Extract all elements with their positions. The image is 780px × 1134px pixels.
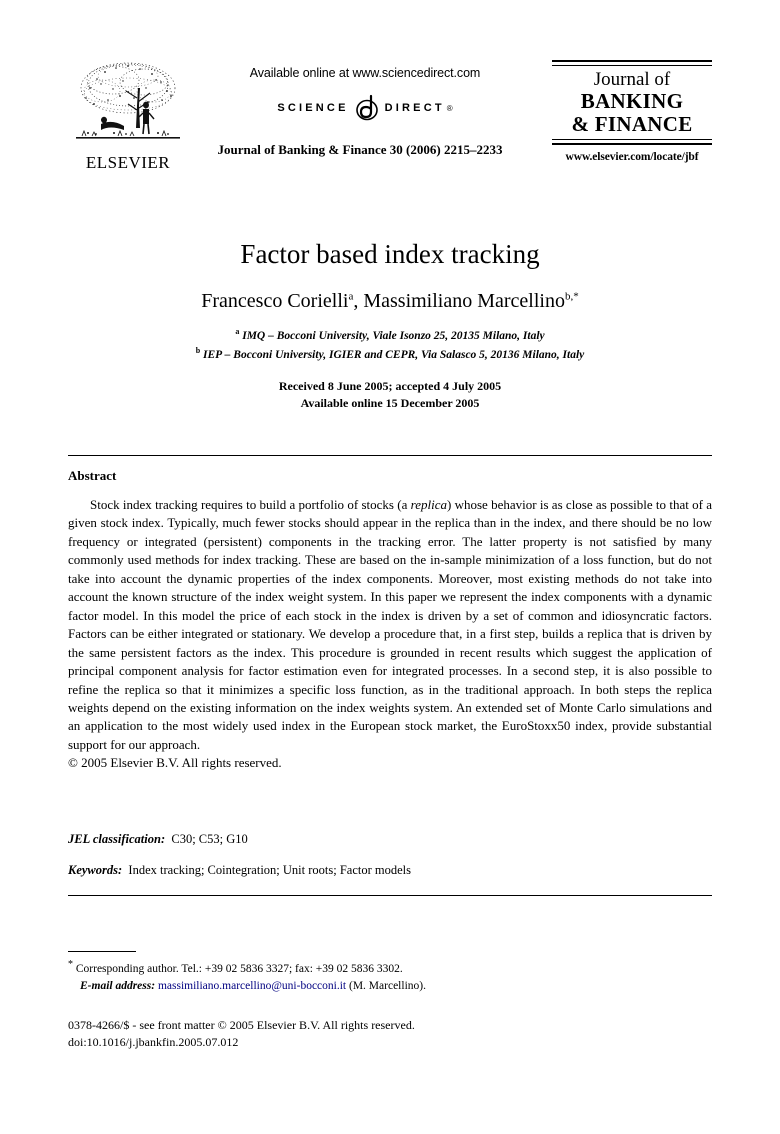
- available-online-date: Available online 15 December 2005: [300, 396, 480, 411]
- affiliation-a: a IMQ – Bocconi University, Viale Isonzo…: [68, 326, 712, 345]
- abstract-text-part-2: ) whose behavior is as close as possible…: [68, 497, 712, 752]
- affiliation-a-marker: a: [235, 327, 240, 337]
- sciencedirect-block: Available online at www.sciencedirect.co…: [200, 66, 530, 123]
- sciencedirect-logo: SCIENCE DIRECT ®: [200, 93, 530, 123]
- title-block: Factor based index tracking Francesco Co…: [68, 238, 712, 412]
- keywords: Keywords: Index tracking; Cointegration;…: [68, 863, 411, 878]
- author-list: Francesco Coriellia, Massimiliano Marcel…: [68, 289, 712, 313]
- corresponding-author-footnote: * Corresponding author. Tel.: +39 02 583…: [68, 957, 712, 995]
- page-title: Factor based index tracking: [240, 239, 540, 269]
- footnote-divider: [68, 951, 136, 952]
- publication-dates: Received 8 June 2005; accepted 4 July 20…: [68, 378, 712, 412]
- divider-above-abstract: [68, 455, 712, 456]
- abstract-copyright: © 2005 Elsevier B.V. All rights reserved…: [68, 755, 282, 771]
- email-owner-note: (M. Marcellino).: [349, 980, 426, 993]
- abstract-body: Stock index tracking requires to build a…: [68, 496, 712, 754]
- abstract-text-part-1: Stock index tracking requires to build a…: [90, 497, 411, 512]
- registered-mark: ®: [446, 103, 453, 113]
- affiliation-a-text: IMQ – Bocconi University, Viale Isonzo 2…: [242, 330, 545, 343]
- affiliations: a IMQ – Bocconi University, Viale Isonzo…: [68, 326, 712, 363]
- masthead-line-1: Journal of: [593, 69, 671, 90]
- author-1-name: Francesco Corielli: [201, 290, 349, 313]
- journal-masthead: Journal of BANKING & FINANCE www.elsevie…: [552, 60, 712, 163]
- available-online-text: Available online at www.sciencedirect.co…: [249, 66, 481, 80]
- page-header: ELSEVIER Available online at www.science…: [0, 0, 780, 200]
- abstract-heading: Abstract: [68, 468, 117, 483]
- footnote-line-2: E-mail address: massimiliano.marcellino@…: [68, 978, 712, 995]
- elsevier-wordmark: ELSEVIER: [85, 153, 171, 172]
- paper-cover-page: ELSEVIER Available online at www.science…: [0, 0, 780, 1134]
- footnote-line-1: * Corresponding author. Tel.: +39 02 583…: [68, 957, 712, 978]
- author-2-affiliation-marker: b,*: [564, 290, 579, 303]
- sciencedirect-direct-word: DIRECT: [384, 102, 445, 114]
- author-separator: , Massimiliano Marcellino: [353, 290, 565, 313]
- email-address-label: E-mail address:: [80, 980, 156, 993]
- footnote-corresponding-text: Corresponding author. Tel.: +39 02 5836 …: [75, 962, 403, 975]
- masthead-line-2: BANKING: [580, 88, 684, 113]
- jel-value: C30; C53; G10: [171, 832, 248, 846]
- received-date: Received 8 June 2005; accepted 4 July 20…: [278, 379, 502, 394]
- abstract-section: Abstract Stock index tracking requires t…: [68, 468, 712, 773]
- sciencedirect-science-word: SCIENCE: [277, 102, 349, 114]
- keywords-value: Index tracking; Cointegration; Unit root…: [128, 863, 412, 877]
- affiliation-b-marker: b: [195, 345, 201, 355]
- sciencedirect-d-icon: [352, 93, 382, 123]
- affiliation-b: b IEP – Bocconi University, IGIER and CE…: [68, 345, 712, 364]
- journal-citation: Journal of Banking & Finance 30 (2006) 2…: [217, 142, 503, 157]
- masthead-line-3: & FINANCE: [571, 112, 693, 137]
- jel-classification: JEL classification: C30; C53; G10: [68, 832, 248, 847]
- issn-front-matter-line: 0378-4266/$ - see front matter © 2005 El…: [68, 1018, 415, 1032]
- keywords-label: Keywords:: [68, 863, 123, 877]
- elsevier-logo: ELSEVIER: [68, 58, 188, 176]
- journal-url: www.elsevier.com/locate/jbf: [565, 151, 699, 164]
- masthead-rule-top: [552, 60, 712, 66]
- page-footer: 0378-4266/$ - see front matter © 2005 El…: [68, 1017, 712, 1052]
- elsevier-tree-icon: [76, 62, 180, 139]
- masthead-rule-bottom: [552, 139, 712, 146]
- abstract-replica-emphasis: replica: [410, 497, 447, 512]
- affiliation-b-text: IEP – Bocconi University, IGIER and CEPR…: [203, 348, 585, 361]
- footnote-asterisk-marker: *: [68, 959, 73, 970]
- jel-label: JEL classification:: [68, 832, 166, 846]
- email-link[interactable]: massimiliano.marcellino@uni-bocconi.it: [158, 980, 346, 992]
- doi-line: doi:10.1016/j.jbankfin.2005.07.012: [68, 1035, 239, 1050]
- divider-below-keywords: [68, 895, 712, 896]
